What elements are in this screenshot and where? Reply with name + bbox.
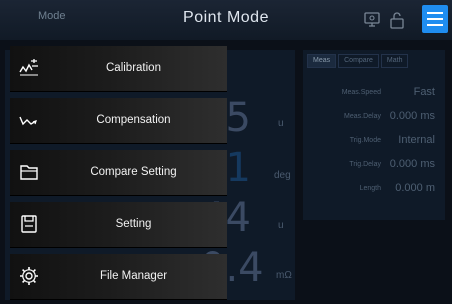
info-row: Length 0.000 m xyxy=(303,180,445,198)
info-label: Meas.Speed xyxy=(341,89,381,96)
tab-compare[interactable]: Compare xyxy=(338,54,379,68)
info-label: Meas.Delay xyxy=(344,113,381,120)
settings-summary-panel: Meas Compare Math Meas.Speed Fast Meas.D… xyxy=(303,50,445,220)
menu-item-label: Compare Setting xyxy=(90,166,177,178)
menu-button[interactable] xyxy=(422,5,448,33)
menu-item-file-manager[interactable]: File Manager xyxy=(10,254,227,299)
menu-item-label: Calibration xyxy=(106,62,161,74)
lock-icon[interactable] xyxy=(388,11,406,29)
info-label: Length xyxy=(359,185,381,192)
panel-tabs: Meas Compare Math xyxy=(307,54,409,68)
reading-fourth-unit: mΩ xyxy=(276,270,292,281)
gear-icon xyxy=(20,267,38,285)
reading-secondary-unit: deg xyxy=(274,170,291,181)
calibration-icon xyxy=(19,59,38,76)
info-row: Trig.Delay 0.000 ms xyxy=(303,156,445,174)
menu-item-label: File Manager xyxy=(99,270,168,282)
info-row: Meas.Delay 0.000 ms xyxy=(303,108,445,126)
info-row: Meas.Speed Fast xyxy=(303,84,445,102)
tab-meas[interactable]: Meas xyxy=(307,54,337,68)
top-bar: Mode Point Mode xyxy=(0,0,452,40)
info-value: Internal xyxy=(398,134,435,146)
info-value: Fast xyxy=(413,86,435,98)
info-row: Trig.Mode Internal xyxy=(303,132,445,150)
compensation-icon xyxy=(19,116,37,126)
menu-item-compare-setting[interactable]: Compare Setting xyxy=(10,150,227,195)
reading-primary-unit: u xyxy=(278,118,284,129)
info-value: 0.000 m xyxy=(395,182,435,194)
info-value: 0.000 ms xyxy=(389,158,435,170)
reading-third-unit: u xyxy=(278,220,284,231)
info-label: Trig.Delay xyxy=(349,161,381,168)
menu-item-label: Compensation xyxy=(96,114,171,126)
tab-math[interactable]: Math xyxy=(380,54,409,68)
menu-item-compensation[interactable]: Compensation xyxy=(10,98,227,143)
menu-item-setting[interactable]: Setting xyxy=(10,202,227,247)
save-icon xyxy=(21,215,37,233)
page-title: Point Mode xyxy=(183,9,269,26)
menu-item-calibration[interactable]: Calibration xyxy=(10,46,227,91)
menu-item-label: Setting xyxy=(115,218,152,230)
info-value: 0.000 ms xyxy=(389,110,435,122)
monitor-icon[interactable] xyxy=(363,11,381,29)
info-label: Trig.Mode xyxy=(349,137,381,144)
folder-icon xyxy=(20,165,38,180)
